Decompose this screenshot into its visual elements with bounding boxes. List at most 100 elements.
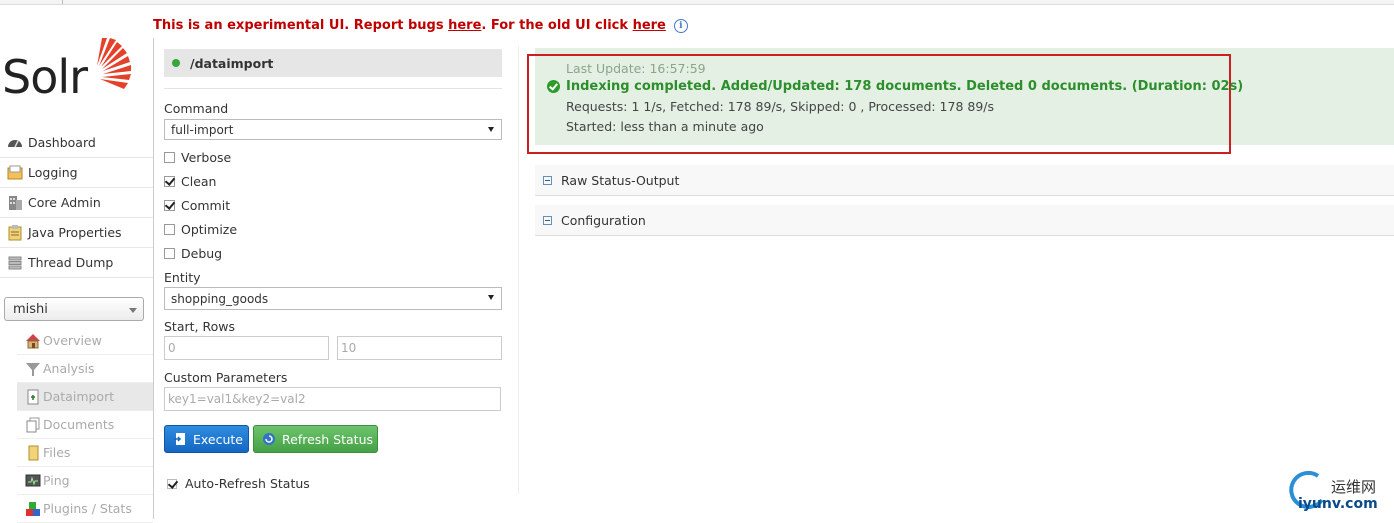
experimental-banner: This is an experimental UI. Report bugs … bbox=[153, 18, 688, 38]
rows-input[interactable]: 10 bbox=[337, 336, 502, 360]
watermark-domain: iyunv.com bbox=[1298, 496, 1378, 512]
clean-checkbox[interactable]: Clean bbox=[164, 174, 216, 189]
core-nav-label: Ping bbox=[43, 473, 70, 488]
checkbox-label: Auto-Refresh Status bbox=[185, 476, 310, 491]
raw-status-output-label: Raw Status-Output bbox=[561, 172, 680, 188]
core-nav-overview[interactable]: Overview bbox=[17, 327, 153, 355]
old-ui-link[interactable]: here bbox=[633, 18, 666, 33]
report-bugs-link[interactable]: here bbox=[448, 18, 481, 33]
refresh-status-label: Refresh Status bbox=[282, 431, 374, 447]
dataimport-icon bbox=[27, 389, 39, 404]
optimize-checkbox[interactable]: Optimize bbox=[164, 222, 237, 237]
status-started: Started: less than a minute ago bbox=[566, 119, 764, 134]
folder-icon bbox=[28, 445, 39, 460]
core-nav-files[interactable]: Files bbox=[17, 439, 153, 467]
checkbox-box[interactable] bbox=[164, 200, 175, 211]
check-circle-icon bbox=[547, 80, 560, 93]
raw-status-output-toggle[interactable]: Raw Status-Output bbox=[535, 165, 1394, 196]
checkbox-box[interactable] bbox=[167, 478, 177, 489]
last-update: Last Update: 16:57:59 bbox=[566, 61, 706, 76]
checkbox-box[interactable] bbox=[164, 248, 175, 259]
core-nav-label: Analysis bbox=[43, 361, 95, 376]
command-label: Command bbox=[164, 101, 229, 116]
chevron-down-icon bbox=[488, 127, 494, 132]
nav-label-java-properties: Java Properties bbox=[28, 225, 122, 240]
rows-placeholder: 10 bbox=[341, 341, 357, 355]
top-strip-divider bbox=[62, 0, 63, 4]
collapse-icon bbox=[543, 175, 552, 185]
entity-label: Entity bbox=[164, 270, 201, 285]
core-nav-label: Plugins / Stats bbox=[43, 501, 132, 516]
checkbox-box[interactable] bbox=[164, 224, 175, 235]
core-nav-dataimport[interactable]: Dataimport bbox=[17, 383, 153, 411]
custom-params-placeholder: key1=val1&key2=val2 bbox=[168, 392, 306, 406]
command-select[interactable]: full-import bbox=[164, 119, 502, 140]
entity-value: shopping_goods bbox=[171, 291, 269, 306]
core-nav-label: Files bbox=[43, 445, 71, 460]
core-nav-analysis[interactable]: Analysis bbox=[17, 355, 153, 383]
start-rows-label: Start, Rows bbox=[164, 319, 235, 334]
documents-icon bbox=[26, 417, 40, 432]
checkbox-label: Optimize bbox=[181, 222, 238, 237]
verbose-checkbox[interactable]: Verbose bbox=[164, 150, 231, 165]
info-icon[interactable]: i bbox=[673, 19, 688, 33]
core-nav-ping[interactable]: Ping bbox=[17, 467, 153, 495]
collapse-icon bbox=[543, 215, 552, 225]
checkbox-box[interactable] bbox=[164, 176, 175, 187]
nav-item-thread-dump[interactable]: Thread Dump bbox=[0, 248, 153, 278]
header-divider bbox=[164, 88, 502, 89]
custom-params-label: Custom Parameters bbox=[164, 370, 288, 385]
configuration-label: Configuration bbox=[561, 212, 646, 228]
logging-icon bbox=[7, 165, 23, 179]
start-placeholder: 0 bbox=[168, 341, 176, 355]
nav-item-core-admin[interactable]: Core Admin bbox=[0, 188, 153, 218]
solr-wordmark: Solr bbox=[2, 50, 88, 104]
banner-middle: . For the old UI click bbox=[481, 18, 633, 33]
status-message: Indexing completed. Added/Updated: 178 d… bbox=[547, 79, 1243, 94]
custom-params-input[interactable]: key1=val1&key2=val2 bbox=[164, 387, 501, 411]
checkbox-label: Verbose bbox=[181, 150, 232, 165]
core-selector[interactable]: mishi bbox=[4, 297, 144, 321]
ping-icon bbox=[25, 474, 41, 486]
checkbox-label: Debug bbox=[181, 246, 223, 261]
browser-top-strip bbox=[0, 0, 1394, 5]
nav-label-thread-dump: Thread Dump bbox=[28, 255, 114, 270]
handler-name: /dataimport bbox=[190, 55, 274, 71]
refresh-status-button[interactable]: Refresh Status bbox=[253, 425, 378, 453]
core-nav-label: Dataimport bbox=[43, 389, 115, 404]
execute-button[interactable]: Execute bbox=[164, 425, 249, 453]
handler-header[interactable]: /dataimport bbox=[164, 49, 502, 77]
refresh-icon bbox=[263, 433, 275, 445]
dashboard-icon bbox=[8, 139, 22, 147]
execute-label: Execute bbox=[193, 431, 243, 447]
commit-checkbox[interactable]: Commit bbox=[164, 198, 230, 213]
nav-item-logging[interactable]: Logging bbox=[0, 158, 153, 188]
nav-label-core-admin: Core Admin bbox=[28, 195, 101, 210]
form-divider bbox=[518, 46, 519, 494]
checkbox-box[interactable] bbox=[164, 152, 175, 163]
entity-select[interactable]: shopping_goods bbox=[164, 287, 502, 310]
checkbox-label: Clean bbox=[181, 174, 217, 189]
checkbox-label: Commit bbox=[181, 198, 231, 213]
plugins-icon bbox=[26, 501, 40, 516]
core-selector-value: mishi bbox=[13, 301, 48, 317]
funnel-icon bbox=[26, 362, 40, 376]
core-nav-documents[interactable]: Documents bbox=[17, 411, 153, 439]
debug-checkbox[interactable]: Debug bbox=[164, 246, 222, 261]
chevron-down-icon bbox=[488, 295, 494, 300]
watermark-text: 运维网 bbox=[1331, 478, 1377, 496]
auto-refresh-checkbox[interactable]: Auto-Refresh Status bbox=[167, 476, 310, 491]
banner-prefix: This is an experimental UI. Report bugs bbox=[153, 18, 449, 33]
nav-label-logging: Logging bbox=[28, 165, 78, 180]
status-message-text: Indexing completed. Added/Updated: 178 d… bbox=[566, 79, 1244, 94]
core-nav-label: Documents bbox=[43, 417, 115, 432]
nav-item-dashboard[interactable]: Dashboard bbox=[0, 128, 153, 158]
status-requests: Requests: 1 1/s, Fetched: 178 89/s, Skip… bbox=[566, 99, 995, 114]
chevron-down-icon bbox=[129, 308, 137, 313]
home-icon bbox=[26, 333, 40, 348]
configuration-toggle[interactable]: Configuration bbox=[535, 205, 1394, 236]
status-dot-icon bbox=[172, 59, 180, 67]
nav-item-java-properties[interactable]: Java Properties bbox=[0, 218, 153, 248]
thread-dump-icon bbox=[8, 256, 22, 269]
start-input[interactable]: 0 bbox=[164, 336, 329, 360]
